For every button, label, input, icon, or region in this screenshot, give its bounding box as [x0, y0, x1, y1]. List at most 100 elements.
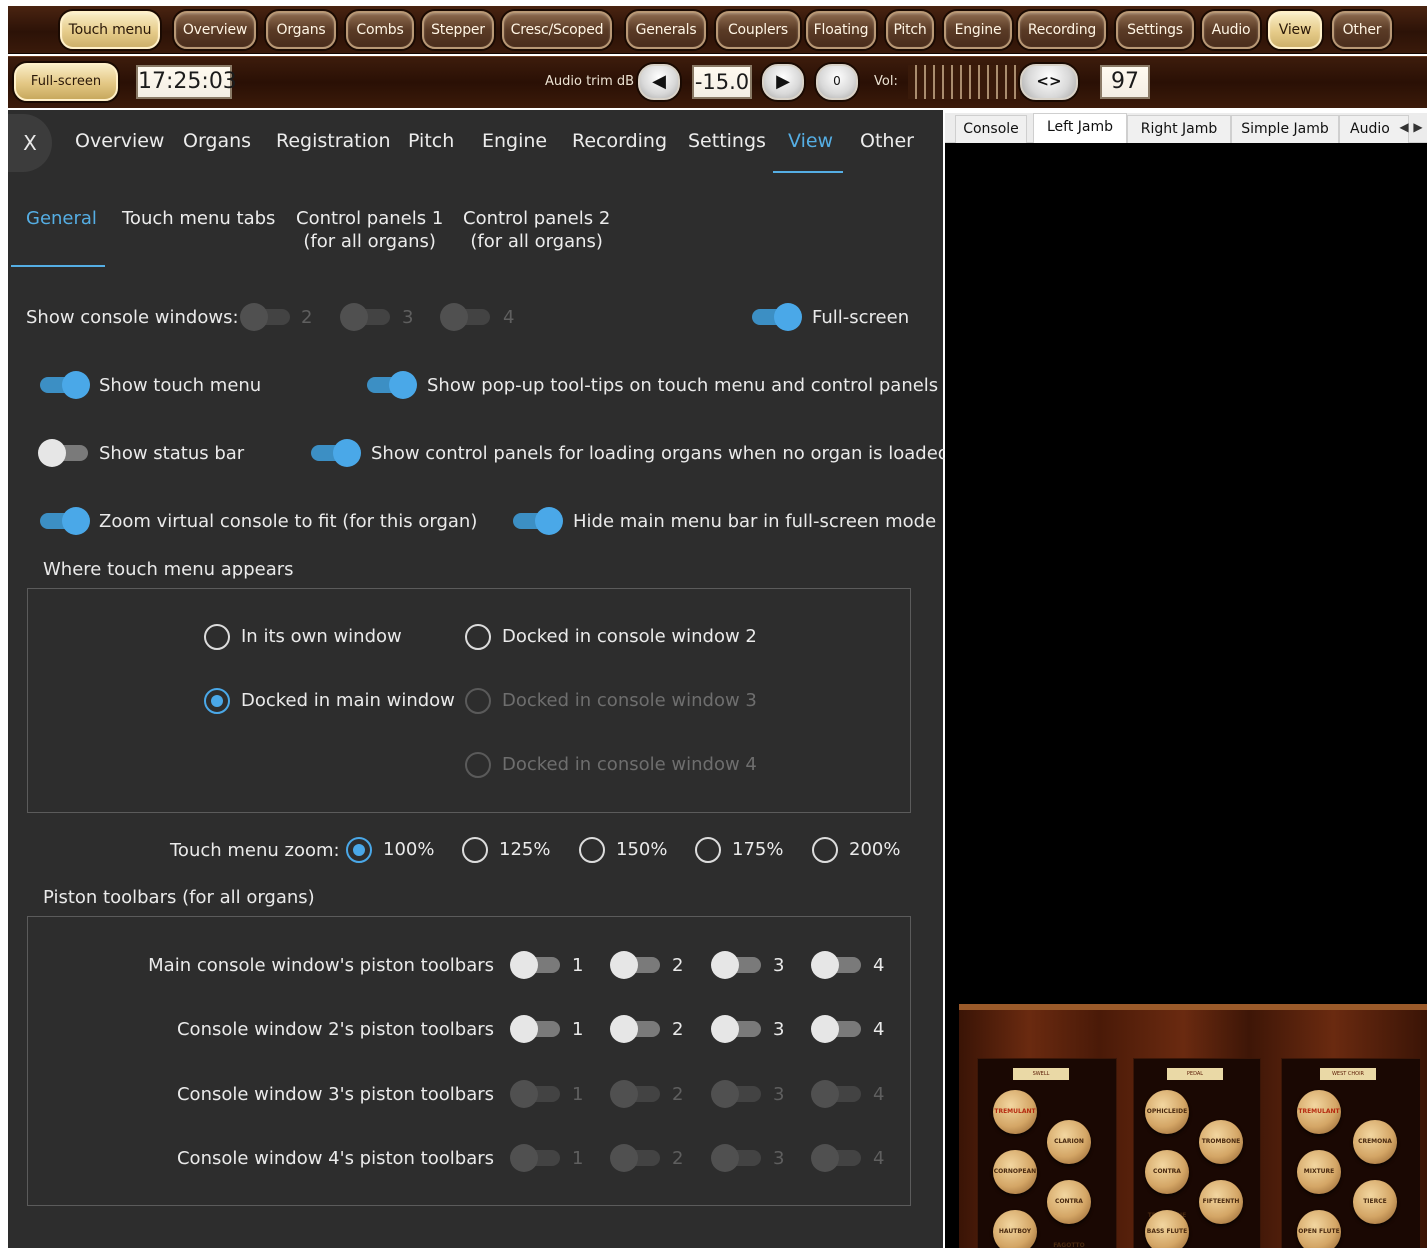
stop-knob[interactable]: CREMONA: [1353, 1120, 1397, 1164]
couplers-button[interactable]: Couplers: [716, 11, 800, 49]
close-panel-button[interactable]: X: [8, 114, 52, 172]
piston-w2-3-number: 3: [773, 1019, 785, 1040]
touch-menu-button[interactable]: Touch menu: [60, 11, 160, 49]
triangle-left-icon: ◀: [652, 71, 666, 92]
recording-button[interactable]: Recording: [1018, 11, 1106, 49]
organs-button[interactable]: Organs: [266, 11, 336, 49]
stop-knob[interactable]: TREMULANT: [993, 1090, 1037, 1134]
zoom-125-radio[interactable]: [462, 837, 488, 863]
console-tab-console[interactable]: Console: [955, 115, 1027, 143]
pitch-button[interactable]: Pitch: [886, 11, 934, 49]
piston-main-4-number: 4: [873, 955, 885, 976]
tab-view[interactable]: View: [788, 130, 833, 152]
zoom-to-fit-toggle[interactable]: [38, 507, 90, 535]
piston-w2-1-toggle[interactable]: [510, 1015, 562, 1043]
piston-main-3-toggle[interactable]: [711, 951, 763, 979]
trim-decrease-button[interactable]: ◀: [638, 64, 680, 100]
radio-console-window-3: [465, 688, 491, 714]
cresc-scoped-button[interactable]: Cresc/Scoped: [502, 11, 612, 49]
tab-other[interactable]: Other: [860, 130, 914, 152]
piston-main-1-toggle[interactable]: [510, 951, 562, 979]
tab-organs[interactable]: Organs: [183, 130, 251, 152]
pedal-label: PEDAL: [1167, 1068, 1223, 1080]
radio-own-window[interactable]: [204, 624, 230, 650]
piston-main-4-toggle[interactable]: [811, 951, 863, 979]
stop-knob[interactable]: CORNOPEAN: [993, 1150, 1037, 1194]
console-window-4-number: 4: [503, 307, 515, 328]
piston-w2-4-toggle[interactable]: [811, 1015, 863, 1043]
console-window-4-toggle: [440, 303, 492, 331]
console-tab-simple-jamb[interactable]: Simple Jamb: [1231, 115, 1339, 143]
stop-knob[interactable]: OPHICLEIDE: [1145, 1090, 1189, 1134]
settings-button[interactable]: Settings: [1116, 11, 1194, 49]
zoom-150-radio[interactable]: [579, 837, 605, 863]
radio-main-window-label: Docked in main window: [241, 690, 455, 711]
piston-w3-4-toggle: [811, 1080, 863, 1108]
radio-main-window[interactable]: [204, 688, 230, 714]
stepper-button[interactable]: Stepper: [422, 11, 494, 49]
tab-scroll-right-icon[interactable]: ▶: [1413, 117, 1423, 137]
trim-increase-button[interactable]: ▶: [762, 64, 804, 100]
other-button[interactable]: Other: [1332, 11, 1392, 49]
stop-knob[interactable]: TIERCE: [1353, 1180, 1397, 1224]
tab-overview[interactable]: Overview: [75, 130, 164, 152]
subtab-general-label: General: [26, 208, 97, 229]
view-button[interactable]: View: [1268, 11, 1322, 49]
fullscreen-toggle[interactable]: [750, 303, 802, 331]
stop-knob[interactable]: OPEN FLUTE: [1297, 1210, 1341, 1248]
stop-knob[interactable]: MIXTURE: [1297, 1150, 1341, 1194]
show-console-windows-label: Show console windows:: [26, 307, 239, 328]
console-tab-right-jamb[interactable]: Right Jamb: [1127, 115, 1231, 143]
audio-button[interactable]: Audio: [1202, 11, 1260, 49]
zoom-100-radio[interactable]: [346, 837, 372, 863]
overview-button[interactable]: Overview: [174, 11, 256, 49]
volume-slider-handle[interactable]: <>: [1020, 64, 1078, 100]
active-tab-indicator: [773, 171, 843, 173]
subtab-control-panels-2[interactable]: Control panels 2 (for all organs): [463, 207, 610, 253]
stop-knob[interactable]: CONTRA TROMBONE: [1145, 1150, 1189, 1219]
tab-settings[interactable]: Settings: [688, 130, 766, 152]
zoom-175-radio[interactable]: [695, 837, 721, 863]
stop-knob[interactable]: TREMULANT: [1297, 1090, 1341, 1134]
show-control-panels-toggle[interactable]: [309, 439, 361, 467]
engine-button[interactable]: Engine: [944, 11, 1012, 49]
piston-main-2-toggle[interactable]: [610, 951, 662, 979]
piston-w2-2-toggle[interactable]: [610, 1015, 662, 1043]
piston-w4-2-number: 2: [672, 1148, 684, 1169]
stop-knob[interactable]: CONTRA FAGOTTO: [1047, 1180, 1091, 1248]
subtab-touch-menu-tabs[interactable]: Touch menu tabs: [122, 207, 275, 230]
hide-main-menu-toggle[interactable]: [511, 507, 563, 535]
tab-pitch[interactable]: Pitch: [408, 130, 454, 152]
floating-button[interactable]: Floating: [806, 11, 876, 49]
subtab-control-panels-1[interactable]: Control panels 1 (for all organs): [296, 207, 443, 253]
tab-engine[interactable]: Engine: [482, 130, 547, 152]
piston-w4-3-toggle: [711, 1144, 763, 1172]
subtab-control-panels-2-line2: (for all organs): [470, 231, 603, 252]
tab-recording[interactable]: Recording: [572, 130, 667, 152]
piston-w2-3-toggle[interactable]: [711, 1015, 763, 1043]
stop-knob[interactable]: HAUTBOY: [993, 1210, 1037, 1248]
generals-button[interactable]: Generals: [626, 11, 706, 49]
zoom-150-label: 150%: [616, 839, 668, 860]
trim-reset-button[interactable]: 0: [816, 64, 858, 100]
show-status-bar-toggle[interactable]: [38, 439, 90, 467]
stop-knob[interactable]: CLARION: [1047, 1120, 1091, 1164]
stop-knob[interactable]: FIFTEENTH: [1199, 1180, 1243, 1224]
combs-button[interactable]: Combs: [346, 11, 414, 49]
show-touch-menu-toggle[interactable]: [38, 371, 90, 399]
radio-console-window-4-label: Docked in console window 4: [502, 754, 757, 775]
volume-slider-track[interactable]: [908, 65, 1020, 99]
tab-scroll-left-icon[interactable]: ◀: [1399, 117, 1409, 137]
console-tab-left-jamb[interactable]: Left Jamb: [1033, 113, 1127, 144]
tab-registration[interactable]: Registration: [276, 130, 391, 152]
zoom-200-radio[interactable]: [812, 837, 838, 863]
show-tooltips-toggle[interactable]: [365, 371, 417, 399]
stop-knob[interactable]: TROMBONE: [1199, 1120, 1243, 1164]
piston-w3-2-number: 2: [672, 1084, 684, 1105]
radio-console-window-2[interactable]: [465, 624, 491, 650]
console-tab-bar: Console Left Jamb Right Jamb Simple Jamb…: [945, 113, 1427, 144]
fullscreen-button[interactable]: Full-screen: [14, 63, 118, 101]
piston-row-window2-label: Console window 2's piston toolbars: [176, 1019, 494, 1040]
subtab-general[interactable]: General: [26, 207, 97, 230]
stop-knob[interactable]: BASS FLUTE: [1145, 1210, 1189, 1248]
